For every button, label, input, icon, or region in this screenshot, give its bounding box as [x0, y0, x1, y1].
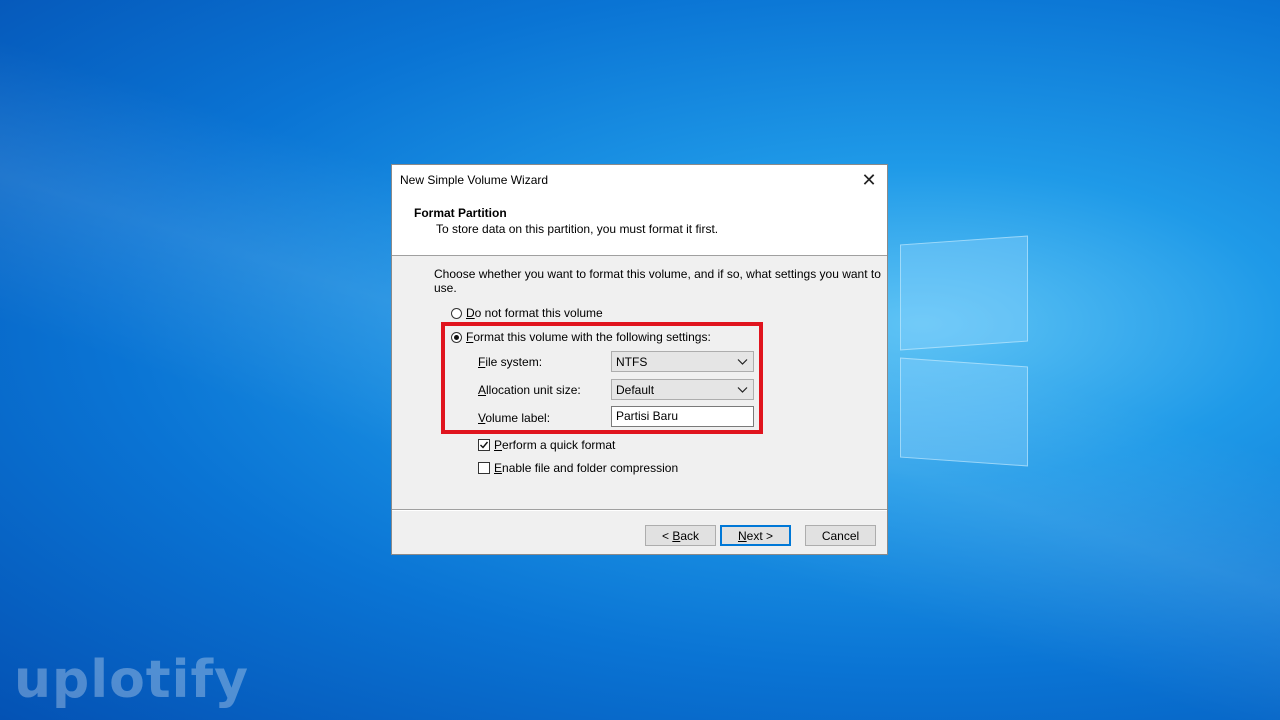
volume-label-label: Volume label: — [478, 411, 551, 425]
radio-label: Do not format this volume — [466, 306, 603, 320]
checkbox-quick-format[interactable]: Perform a quick format — [478, 438, 615, 452]
windows-logo — [890, 235, 1030, 467]
page-title: Format Partition — [414, 206, 507, 220]
radio-button-checked[interactable] — [451, 331, 462, 343]
footer-separator — [392, 509, 887, 511]
allocation-unit-size-value: Default — [616, 383, 655, 397]
chevron-down-icon — [737, 387, 748, 393]
file-system-value: NTFS — [616, 355, 648, 369]
next-button[interactable]: Next > — [720, 525, 791, 546]
title-bar: New Simple Volume Wizard ✕ — [392, 165, 887, 195]
volume-label-input[interactable]: Partisi Baru — [611, 406, 754, 427]
checkmark-icon — [480, 441, 489, 449]
page-subtitle: To store data on this partition, you mus… — [436, 222, 719, 236]
checkbox-checked[interactable] — [478, 439, 490, 451]
chevron-down-icon — [737, 359, 748, 365]
cancel-button[interactable]: Cancel — [805, 525, 876, 546]
back-button[interactable]: < Back — [645, 525, 716, 546]
radio-format-volume[interactable]: Format this volume with the following se… — [451, 330, 711, 344]
radio-label: Format this volume with the following se… — [466, 330, 711, 344]
checkbox-unchecked[interactable] — [478, 462, 490, 474]
file-system-label: File system: — [478, 355, 543, 369]
file-system-dropdown[interactable]: NTFS — [611, 351, 754, 372]
windows-logo-pane — [900, 357, 1028, 467]
radio-do-not-format[interactable]: Do not format this volume — [451, 306, 603, 320]
checkbox-label: Perform a quick format — [494, 438, 616, 452]
allocation-unit-size-label: Allocation unit size: — [478, 383, 581, 397]
wizard-header: Format Partition To store data on this p… — [392, 195, 887, 256]
checkbox-label: Enable file and folder compression — [494, 461, 679, 475]
windows-logo-pane — [900, 235, 1028, 351]
checkbox-enable-compression[interactable]: Enable file and folder compression — [478, 461, 678, 475]
new-simple-volume-wizard-dialog: New Simple Volume Wizard ✕ Format Partit… — [391, 164, 888, 555]
window-title: New Simple Volume Wizard — [400, 173, 549, 187]
radio-button-unchecked[interactable] — [451, 307, 462, 319]
instruction-text: Choose whether you want to format this v… — [434, 267, 881, 295]
close-icon: ✕ — [861, 169, 877, 190]
allocation-unit-size-dropdown[interactable]: Default — [611, 379, 754, 400]
watermark-logo: uplotify — [14, 650, 249, 710]
close-button[interactable]: ✕ — [851, 165, 887, 195]
